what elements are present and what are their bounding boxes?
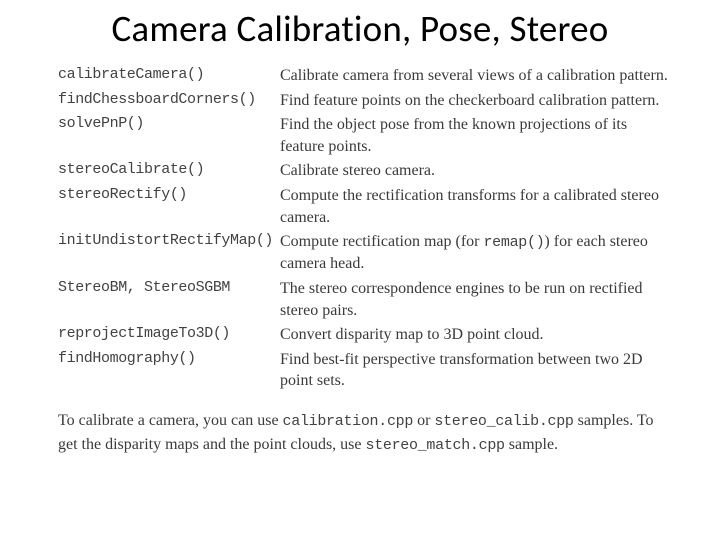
table-row: stereoRectify() Compute the rectificatio… — [58, 185, 672, 231]
footer-text: or — [413, 412, 434, 429]
func-desc: Calibrate camera from several views of a… — [280, 65, 672, 90]
func-name: findHomography() — [58, 349, 280, 395]
table-row: initUndistortRectifyMap() Compute rectif… — [58, 231, 672, 278]
func-desc: Compute the rectification transforms for… — [280, 185, 672, 231]
func-name: calibrateCamera() — [58, 65, 280, 90]
table-row: findChessboardCorners() Find feature poi… — [58, 90, 672, 115]
desc-text: Compute rectification map (for — [280, 233, 483, 250]
func-desc: Find the object pose from the known proj… — [280, 114, 672, 160]
table-row: StereoBM, StereoSGBM The stereo correspo… — [58, 278, 672, 324]
table-row: calibrateCamera() Calibrate camera from … — [58, 65, 672, 90]
slide-title: Camera Calibration, Pose, Stereo — [28, 6, 692, 51]
func-name: solvePnP() — [58, 114, 280, 160]
function-table: calibrateCamera() Calibrate camera from … — [58, 65, 672, 395]
func-name: StereoBM, StereoSGBM — [58, 278, 280, 324]
func-name: reprojectImageTo3D() — [58, 324, 280, 349]
footer-text: sample. — [505, 436, 558, 453]
footer-text: To calibrate a camera, you can use — [58, 412, 283, 429]
table-row: findHomography() Find best-fit perspecti… — [58, 349, 672, 395]
func-desc: Compute rectification map (for remap()) … — [280, 231, 672, 278]
content-body: calibrateCamera() Calibrate camera from … — [28, 65, 692, 456]
inline-code: stereo_calib.cpp — [434, 413, 573, 430]
table-row: solvePnP() Find the object pose from the… — [58, 114, 672, 160]
func-desc: Find feature points on the checkerboard … — [280, 90, 672, 115]
inline-code: stereo_match.cpp — [366, 437, 505, 454]
func-name: findChessboardCorners() — [58, 90, 280, 115]
func-desc: Calibrate stereo camera. — [280, 160, 672, 185]
func-name: initUndistortRectifyMap() — [58, 231, 280, 278]
func-name: stereoRectify() — [58, 185, 280, 231]
slide: Camera Calibration, Pose, Stereo calibra… — [0, 0, 720, 540]
footer-paragraph: To calibrate a camera, you can use calib… — [58, 409, 672, 457]
inline-code: remap() — [483, 234, 544, 251]
func-desc: Find best-fit perspective transformation… — [280, 349, 672, 395]
table-row: stereoCalibrate() Calibrate stereo camer… — [58, 160, 672, 185]
table-row: reprojectImageTo3D() Convert disparity m… — [58, 324, 672, 349]
func-name: stereoCalibrate() — [58, 160, 280, 185]
inline-code: calibration.cpp — [283, 413, 414, 430]
func-desc: The stereo correspondence engines to be … — [280, 278, 672, 324]
func-desc: Convert disparity map to 3D point cloud. — [280, 324, 672, 349]
